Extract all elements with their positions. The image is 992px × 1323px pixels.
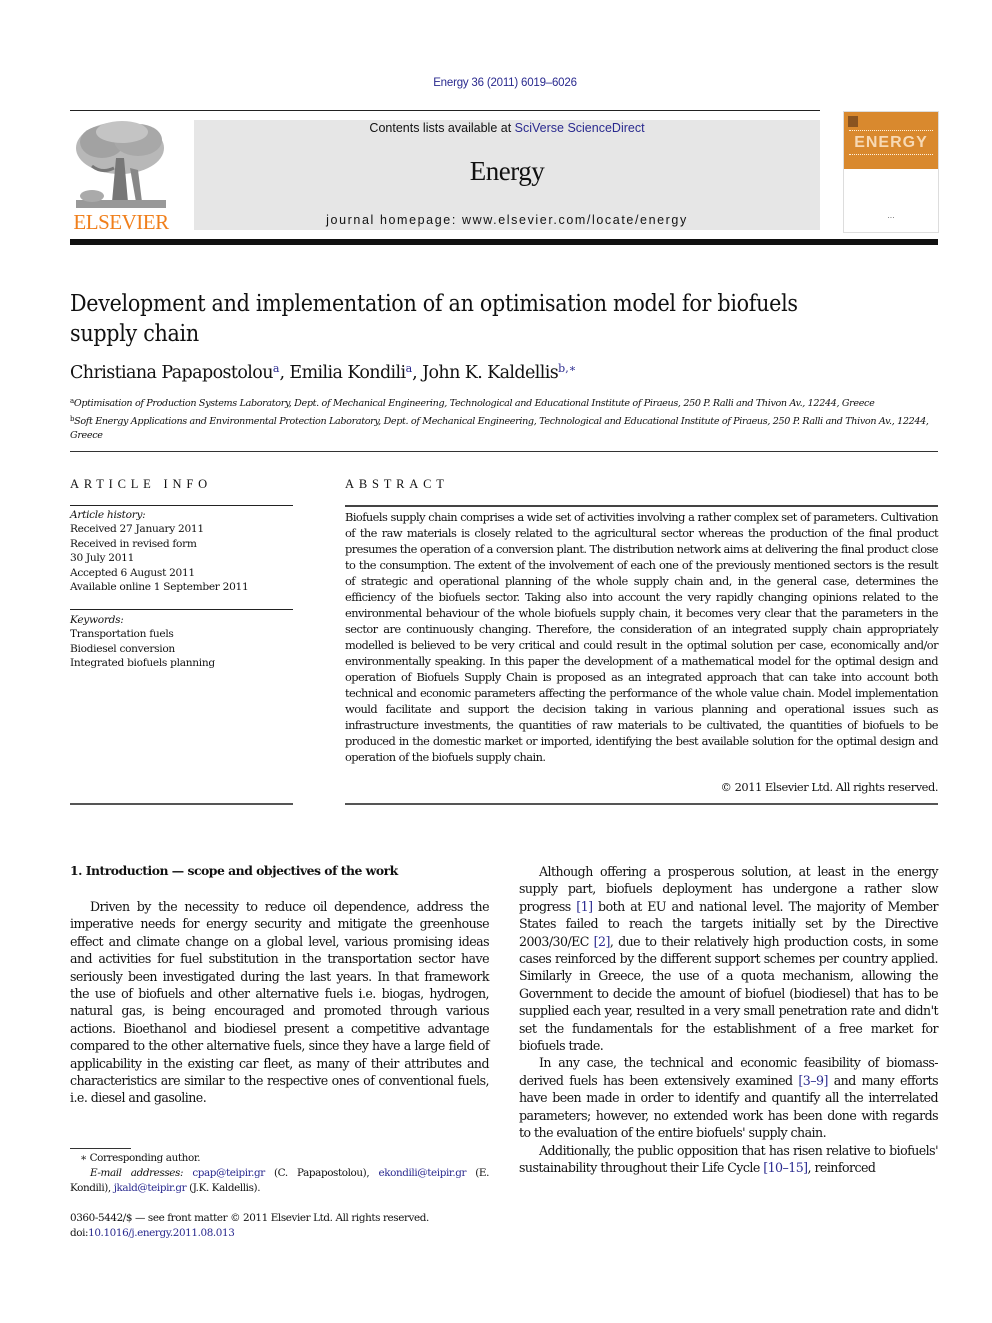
author-affiliation-marker[interactable]: a — [273, 362, 280, 375]
paragraph-text: , due to their relatively high productio… — [519, 933, 939, 1054]
contents-availability: Contents lists available at SciVerse Sci… — [194, 121, 820, 135]
doi-label: doi: — [70, 1227, 89, 1239]
email-label: E-mail addresses: — [90, 1167, 184, 1179]
affiliation-text: Optimisation of Production Systems Labor… — [73, 398, 875, 409]
history-item: 30 July 2011 — [70, 552, 135, 565]
keyword-item: Transportation fuels — [70, 628, 174, 641]
body-paragraph: Although offering a prosperous solution,… — [519, 863, 939, 1054]
abstract-copyright: © 2011 Elsevier Ltd. All rights reserved… — [720, 780, 939, 794]
email-owner: (J.K. Kaldellis). — [186, 1182, 261, 1194]
cover-sciencedirect-mark: • • • — [887, 215, 895, 220]
cover-title: ENERGY — [854, 134, 928, 151]
keywords: Keywords: Transportation fuels Biodiesel… — [70, 613, 295, 671]
author-affiliation-marker[interactable]: a — [406, 362, 413, 375]
header-thick-rule — [70, 239, 938, 245]
history-item: Received in revised form — [70, 537, 197, 550]
article-info-rule — [70, 609, 293, 610]
journal-citation-link[interactable]: Energy 36 (2011) 6019–6026 — [0, 77, 992, 89]
paragraph-text: , reinforced — [807, 1159, 876, 1175]
affiliation-text: Soft Energy Applications and Environment… — [70, 415, 929, 442]
reference-link[interactable]: [1] — [576, 899, 593, 914]
doi-line: doi:10.1016/j.energy.2011.08.013 — [70, 1226, 510, 1241]
affiliation-item: bSoft Energy Applications and Environmen… — [70, 412, 940, 444]
cover-category-row — [849, 130, 933, 133]
reference-link[interactable]: [10–15] — [763, 1160, 808, 1175]
contents-prefix: Contents lists available at — [369, 121, 515, 135]
keyword-item: Integrated biofuels planning — [70, 657, 215, 670]
body-column-right: Although offering a prosperous solution,… — [519, 863, 939, 1177]
elsevier-tree-icon — [76, 121, 166, 208]
journal-cover-thumbnail[interactable]: ENERGY • • • — [843, 111, 939, 233]
author-name[interactable]: John K. Kaldellis — [422, 363, 559, 383]
title-divider — [70, 451, 938, 452]
abstract-heading: ABSTRACT — [345, 477, 449, 491]
footnote-rule — [70, 1148, 131, 1149]
abstract-bottom-rule — [345, 803, 938, 805]
body-column-left: Driven by the necessity to reduce oil de… — [70, 898, 490, 1107]
keywords-label: Keywords: — [70, 614, 124, 626]
abstract-text: Biofuels supply chain comprises a wide s… — [345, 510, 939, 764]
front-matter: 0360-5442/$ — see front matter © 2011 El… — [70, 1211, 510, 1241]
history-item: Available online 1 September 2011 — [70, 581, 249, 594]
body-paragraph: Driven by the necessity to reduce oil de… — [70, 899, 490, 1106]
sciencedirect-link[interactable]: SciVerse ScienceDirect — [515, 121, 645, 135]
journal-banner: Contents lists available at SciVerse Sci… — [194, 120, 820, 230]
affiliation-item: aOptimisation of Production Systems Labo… — [70, 394, 940, 412]
doi-link[interactable]: 10.1016/j.energy.2011.08.013 — [88, 1227, 235, 1239]
author-name[interactable]: Christiana Papapostolou — [70, 363, 273, 383]
journal-homepage-link[interactable]: journal homepage: www.elsevier.com/locat… — [194, 213, 820, 227]
author-list: Christiana Papapostoloua, Emilia Kondili… — [70, 362, 577, 383]
history-item: Accepted 6 August 2011 — [70, 566, 195, 579]
article-history: Article history: Received 27 January 201… — [70, 508, 295, 594]
footnotes: ∗ Corresponding author. E-mail addresses… — [70, 1151, 489, 1196]
email-owner: (C. Papapostolou), — [264, 1167, 379, 1179]
email-link[interactable]: ekondili@teipir.gr — [378, 1167, 466, 1179]
body-paragraph: Additionally, the public opposition that… — [519, 1142, 939, 1177]
elsevier-logo[interactable]: ELSEVIER — [70, 118, 172, 234]
article-info-bottom-rule — [70, 803, 293, 805]
cover-elsevier-icon — [848, 116, 858, 127]
elsevier-wordmark: ELSEVIER — [73, 210, 169, 234]
email-link[interactable]: jkald@teipir.gr — [114, 1182, 187, 1194]
email-addresses: E-mail addresses: cpap@teipir.gr (C. Pap… — [70, 1166, 489, 1196]
article-history-label: Article history: — [70, 509, 146, 521]
body-paragraph: In any case, the technical and economic … — [519, 1054, 939, 1141]
corresponding-author-note: ∗ Corresponding author. — [80, 1152, 201, 1164]
article-title-line2: supply chain — [70, 321, 199, 347]
keyword-item: Biodiesel conversion — [70, 642, 175, 655]
journal-name: Energy — [469, 156, 545, 186]
front-matter-note: 0360-5442/$ — see front matter © 2011 El… — [70, 1212, 429, 1224]
reference-link[interactable]: [2] — [594, 934, 611, 949]
author-affiliation-marker[interactable]: b,∗ — [558, 362, 576, 375]
header-top-rule — [70, 110, 820, 111]
reference-link[interactable]: [3–9] — [798, 1073, 828, 1088]
section-heading: 1. Introduction — scope and objectives o… — [70, 863, 398, 878]
author-name[interactable]: Emilia Kondili — [289, 363, 406, 383]
article-info-heading: ARTICLE INFO — [70, 477, 212, 491]
abstract-rule — [345, 505, 938, 507]
history-item: Received 27 January 2011 — [70, 523, 204, 536]
email-link[interactable]: cpap@teipir.gr — [192, 1167, 265, 1179]
affiliations: aOptimisation of Production Systems Labo… — [70, 394, 940, 444]
article-title-line1: Development and implementation of an opt… — [70, 291, 798, 317]
article-info-rule — [70, 505, 293, 506]
article-title: Development and implementation of an opt… — [70, 289, 930, 349]
cover-category-row-2 — [849, 154, 933, 157]
